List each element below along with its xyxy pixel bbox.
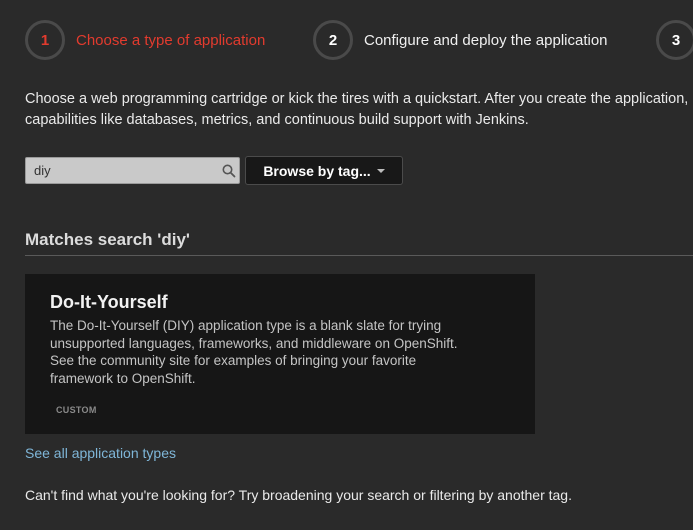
results-heading: Matches search 'diy' (25, 230, 190, 249)
card-title: Do-It-Yourself (50, 292, 168, 312)
card-description-line: framework to OpenShift. (50, 370, 196, 386)
see-all-application-types-link[interactable]: See all application types (25, 445, 176, 461)
step-label-2: Configure and deploy the application (364, 31, 608, 49)
step-label-1: Choose a type of application (76, 31, 266, 49)
step-number-2: 2 (313, 20, 353, 60)
intro-line-2: capabilities like databases, metrics, an… (25, 112, 529, 128)
intro-text: Choose a web programming cartridge or ki… (25, 89, 693, 131)
browse-by-tag-button[interactable]: Browse by tag... (245, 156, 403, 185)
section-divider (25, 255, 693, 256)
magnifier-icon[interactable] (218, 158, 239, 183)
step-number-3: 3 (656, 20, 693, 60)
search-box (25, 157, 240, 184)
step-choose-type[interactable]: 1 Choose a type of application (25, 20, 265, 60)
browse-by-tag-label: Browse by tag... (263, 162, 371, 179)
application-type-card-diy[interactable]: Do-It-Yourself The Do-It-Yourself (DIY) … (25, 274, 535, 434)
step-next[interactable]: 3 (656, 20, 693, 60)
search-input[interactable] (26, 158, 218, 183)
card-description-line: The Do-It-Yourself (DIY) application typ… (50, 318, 442, 333)
step-configure-deploy[interactable]: 2 Configure and deploy the application (313, 20, 608, 60)
card-description-line: unsupported languages, frameworks, and m… (50, 335, 458, 351)
intro-line-1: Choose a web programming cartridge or ki… (25, 91, 689, 107)
card-tag[interactable]: CUSTOM (56, 405, 97, 415)
help-note: Can't find what you're looking for? Try … (25, 487, 572, 503)
step-number-1: 1 (25, 20, 65, 60)
wizard-steps: 1 Choose a type of application 2 Configu… (25, 20, 693, 62)
card-description: The Do-It-Yourself (DIY) application typ… (50, 317, 520, 387)
caret-down-icon (376, 168, 385, 173)
card-description-line: See the community site for examples of b… (50, 353, 417, 368)
create-application-page: 1 Choose a type of application 2 Configu… (0, 0, 693, 530)
